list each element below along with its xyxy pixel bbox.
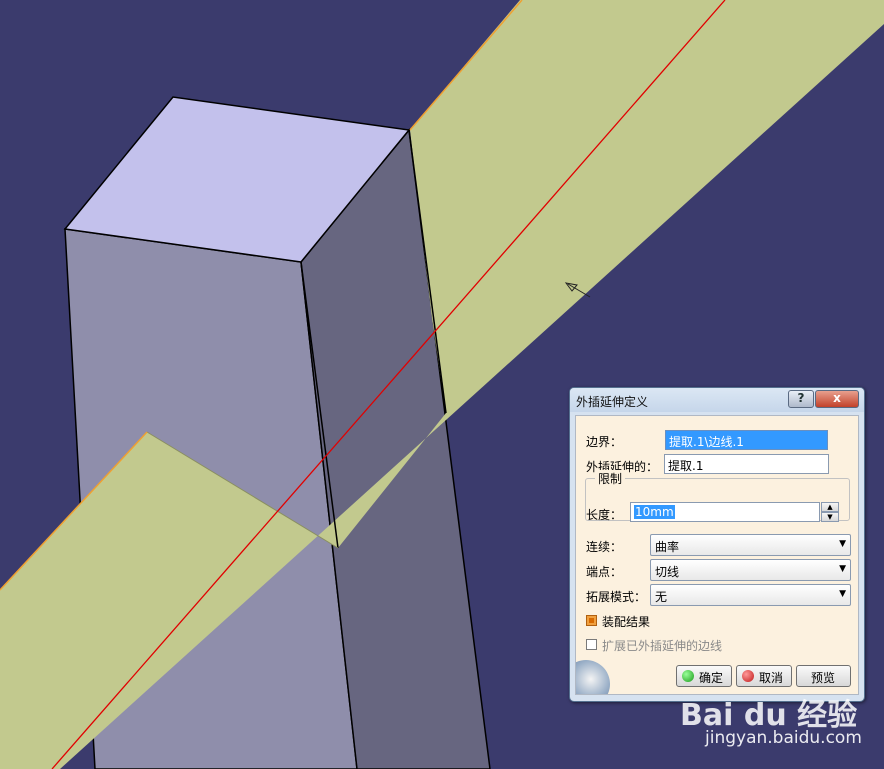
endpoint-label: 端点：	[586, 565, 623, 579]
close-icon: x	[833, 391, 841, 405]
continuity-select[interactable]: 曲率 ▼	[650, 534, 851, 556]
chevron-down-icon: ▼	[839, 589, 846, 599]
help-button[interactable]: ?	[788, 390, 814, 408]
boundary-field[interactable]: 提取.1\边线.1	[665, 430, 828, 450]
assemble-result-label: 装配结果	[602, 615, 651, 629]
extrapolate-definition-dialog: 外插延伸定义 ? x 边界： 提取.1\边线.1 外插延伸的： 提取.1 限制 …	[569, 387, 865, 702]
continuity-value: 曲率	[655, 540, 680, 554]
assemble-result-checkbox[interactable]	[586, 615, 597, 626]
dialog-title: 外插延伸定义	[576, 395, 649, 409]
length-value: 10mm	[634, 505, 675, 519]
ok-label: 确定	[699, 671, 724, 685]
preview-label: 预览	[811, 671, 836, 685]
length-spin-down[interactable]: ▼	[821, 512, 839, 522]
extend-edges-label: 扩展已外插延伸的边线	[602, 639, 723, 653]
ok-icon	[682, 670, 694, 682]
boundary-label: 边界：	[586, 435, 623, 449]
cancel-label: 取消	[759, 671, 784, 685]
dialog-body: 边界： 提取.1\边线.1 外插延伸的： 提取.1 限制 长度： 10mm ▲ …	[575, 415, 859, 695]
length-label: 长度：	[586, 508, 623, 522]
spin-up-icon: ▲	[827, 503, 833, 511]
close-button[interactable]: x	[815, 390, 859, 408]
ok-button[interactable]: 确定	[676, 665, 732, 687]
continuity-label: 连续：	[586, 540, 623, 554]
preview-button[interactable]: 预览	[796, 665, 851, 687]
extrapolated-field[interactable]: 提取.1	[664, 454, 829, 474]
baidu-watermark-url: jingyan.baidu.com	[705, 728, 862, 748]
endpoint-value: 切线	[655, 565, 680, 579]
extend-mode-select[interactable]: 无 ▼	[650, 584, 851, 606]
length-input[interactable]: 10mm	[630, 502, 820, 522]
chevron-down-icon: ▼	[839, 539, 846, 549]
extend-mode-value: 无	[655, 590, 668, 604]
dialog-titlebar[interactable]: 外插延伸定义 ? x	[570, 388, 864, 412]
cancel-button[interactable]: 取消	[736, 665, 792, 687]
extend-edges-checkbox[interactable]	[586, 639, 597, 650]
extrapolated-value: 提取.1	[668, 459, 704, 473]
boundary-value: 提取.1\边线.1	[669, 435, 744, 449]
endpoint-select[interactable]: 切线 ▼	[650, 559, 851, 581]
limit-group-title: 限制	[595, 470, 626, 487]
help-icon: ?	[797, 391, 805, 405]
chevron-down-icon: ▼	[839, 564, 846, 574]
spin-down-icon: ▼	[827, 513, 833, 521]
length-spin-up[interactable]: ▲	[821, 502, 839, 512]
cancel-icon	[742, 670, 754, 682]
catia-globe-icon	[576, 660, 610, 694]
extend-mode-label: 拓展模式：	[586, 590, 647, 604]
